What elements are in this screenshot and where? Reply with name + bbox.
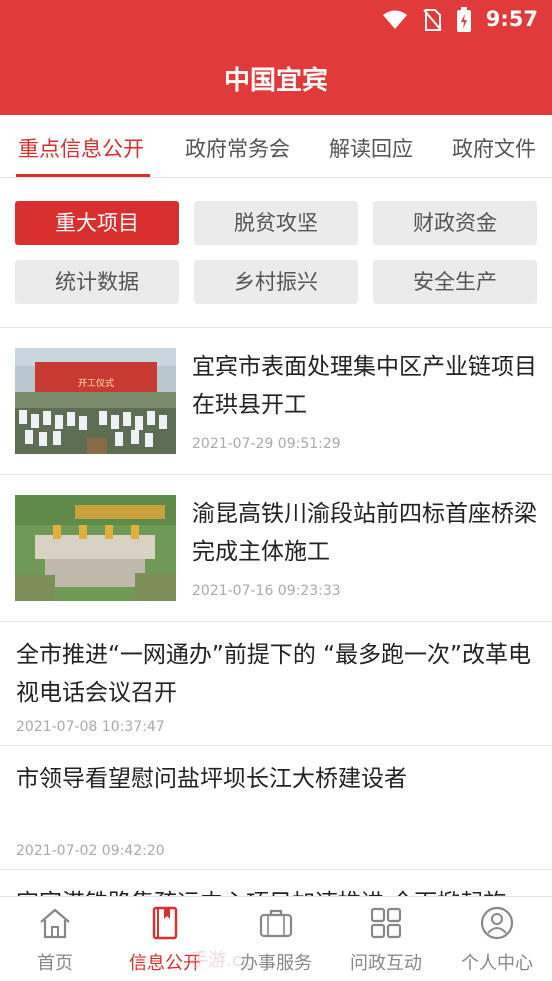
active-tab-indicator (16, 174, 150, 177)
user-icon (480, 906, 514, 940)
briefcase-icon (259, 909, 293, 938)
news-title[interactable]: 全市推进“一网通办”前提下的 “最多跑一次”改革电视电话会议召开 (16, 636, 541, 712)
grid-icon (370, 907, 402, 939)
news-item[interactable]: 全市推进“一网通办”前提下的 “最多跑一次”改革电视电话会议召开 2021-07… (0, 622, 552, 746)
news-title[interactable]: 市领导看望慰问盐坪坝长江大桥建设者 (16, 760, 541, 798)
clock: 9:57 (485, 7, 538, 31)
book-icon (152, 906, 178, 940)
news-item[interactable]: 市领导看望慰问盐坪坝长江大桥建设者 2021-07-02 09:42:20 (0, 746, 552, 870)
news-thumbnail (15, 495, 176, 601)
tab-key-info[interactable]: 重点信息公开 (18, 133, 144, 163)
news-date: 2021-07-02 09:42:20 (16, 843, 165, 859)
chip-statistics[interactable]: 统计数据 (15, 260, 179, 304)
battery-charging-icon (457, 7, 471, 32)
bottom-navigation: 首页 信息公开 办事服务 问政互动 个人中心 (0, 896, 552, 981)
news-item[interactable]: 开工仪式 宜宾市表面处理集中区产业链项目在珙县开工 2021-07-29 09:… (0, 328, 552, 475)
home-icon (40, 908, 70, 939)
news-thumbnail: 开工仪式 (15, 348, 176, 454)
nav-home[interactable]: 首页 (0, 897, 110, 981)
news-date: 2021-07-16 09:23:33 (192, 583, 341, 599)
tab-interpretation[interactable]: 解读回应 (329, 133, 413, 163)
chip-major-projects[interactable]: 重大项目 (15, 201, 179, 245)
chip-work-safety[interactable]: 安全生产 (373, 260, 537, 304)
news-item[interactable]: 渝昆高铁川渝段站前四标首座桥梁完成主体施工 2021-07-16 09:23:3… (0, 475, 552, 622)
chip-rural-revitalization[interactable]: 乡村振兴 (194, 260, 358, 304)
tab-government-documents[interactable]: 政府文件 (452, 133, 536, 163)
news-date: 2021-07-08 10:37:47 (16, 719, 165, 735)
app-title: 中国宜宾 (223, 66, 328, 96)
nav-interaction-label: 问政互动 (350, 953, 422, 974)
nav-interaction[interactable]: 问政互动 (331, 897, 441, 981)
app-bar: 中国宜宾 (0, 40, 552, 115)
tab-executive-meeting[interactable]: 政府常务会 (185, 133, 290, 163)
chip-fiscal-funds[interactable]: 财政资金 (373, 201, 537, 245)
news-title[interactable]: 渝昆高铁川渝段站前四标首座桥梁完成主体施工 (192, 495, 542, 571)
news-title[interactable]: 宜宾市表面处理集中区产业链项目在珙县开工 (192, 348, 542, 424)
status-icons (382, 7, 472, 33)
thumb-banner-text: 开工仪式 (78, 377, 114, 389)
nav-home-label: 首页 (37, 953, 73, 974)
tab-bar: 重点信息公开 政府常务会 解读回应 政府文件 (0, 115, 552, 178)
wifi-icon (383, 10, 407, 29)
news-date: 2021-07-29 09:51:29 (192, 436, 341, 452)
chip-poverty-alleviation[interactable]: 脱贫攻坚 (194, 201, 358, 245)
nav-personal-center[interactable]: 个人中心 (442, 897, 552, 981)
watermark: 手游.cc (190, 950, 252, 971)
nav-personal-center-label: 个人中心 (461, 953, 533, 974)
no-sim-icon (423, 9, 442, 31)
status-bar: 9:57 (0, 0, 552, 40)
category-chips: 重大项目 脱贫攻坚 财政资金 统计数据 乡村振兴 安全生产 (0, 178, 552, 328)
